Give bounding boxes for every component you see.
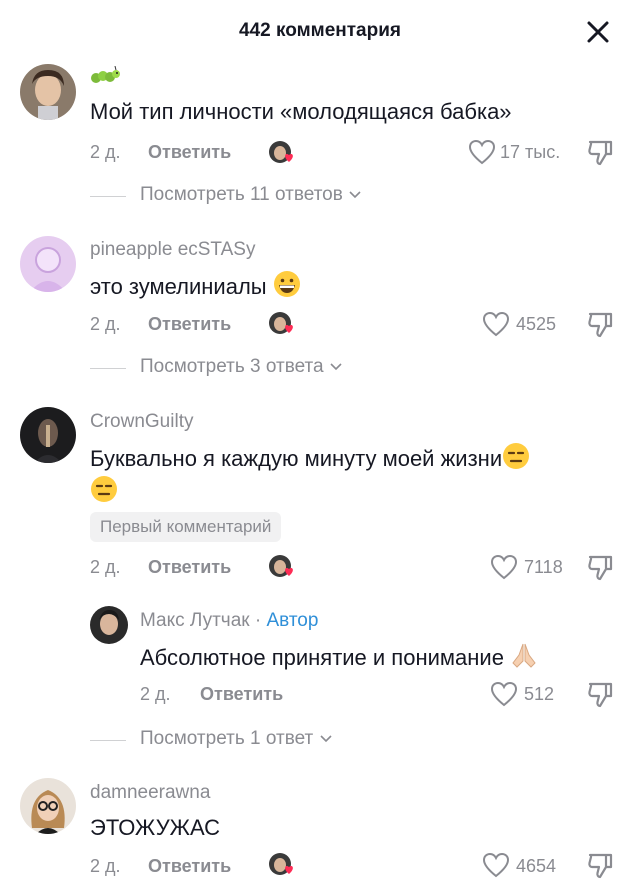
dislike-button[interactable] — [584, 678, 616, 710]
expressionless-face-icon — [503, 443, 530, 469]
heart-outline-icon — [482, 311, 510, 337]
comment-time: 2 д. — [90, 856, 121, 876]
comment-text: Буквально я каждую минуту моей жизни — [90, 442, 610, 508]
reply-button[interactable]: Ответить — [148, 557, 231, 578]
chevron-down-icon — [349, 191, 361, 199]
heart-outline-icon — [482, 852, 510, 878]
heart-outline-icon — [490, 681, 518, 707]
reply-button[interactable]: Ответить — [200, 684, 283, 705]
view-replies-button[interactable]: Посмотреть 1 ответ — [90, 726, 390, 756]
dislike-button[interactable] — [584, 849, 616, 881]
reply-button[interactable]: Ответить — [148, 314, 231, 335]
like-button[interactable] — [490, 681, 518, 707]
expressionless-face-icon — [91, 476, 117, 502]
comment-time: 2 д. — [90, 314, 121, 334]
view-replies-button[interactable]: Посмотреть 3 ответа — [90, 354, 390, 384]
reply-text: Абсолютное принятие и понимание — [140, 641, 538, 674]
like-count: 512 — [524, 684, 555, 704]
creator-liked-icon — [268, 311, 298, 337]
dislike-button[interactable] — [584, 551, 616, 583]
avatar[interactable] — [20, 407, 76, 463]
heart-outline-icon — [490, 554, 518, 580]
like-count: 17 тыс. — [500, 142, 561, 162]
first-comment-badge: Первый комментарий — [90, 512, 282, 542]
close-icon — [587, 21, 609, 43]
username[interactable]: Макс Лутчак — [140, 610, 250, 631]
reply-time: 2 д. — [140, 684, 171, 704]
divider-line — [90, 740, 126, 741]
chevron-down-icon — [319, 735, 332, 743]
like-count: 4654 — [516, 856, 557, 876]
view-replies-label: Посмотреть 1 ответ — [140, 728, 314, 749]
chevron-down-icon — [330, 363, 342, 371]
reply-text-content: Абсолютное принятие и понимание — [140, 645, 504, 670]
avatar[interactable] — [20, 236, 76, 292]
like-count: 7118 — [524, 557, 563, 577]
like-count: 4525 — [516, 314, 557, 334]
caterpillar-icon — [90, 65, 120, 86]
dislike-button[interactable] — [584, 136, 616, 168]
close-button[interactable] — [582, 16, 614, 48]
comment-text: это зумелиниалы — [90, 270, 301, 303]
reply-button[interactable]: Ответить — [148, 142, 231, 163]
heart-outline-icon — [468, 139, 496, 165]
folded-hands-icon — [512, 643, 536, 668]
thumbs-down-icon — [588, 853, 613, 879]
thumbs-down-icon — [588, 312, 613, 338]
comments-header: 442 комментария — [0, 0, 640, 64]
like-button[interactable] — [490, 554, 518, 580]
like-button[interactable] — [482, 852, 510, 878]
thumbs-down-icon — [588, 140, 613, 166]
username[interactable]: pineapple ecSTASy — [90, 239, 255, 261]
comment-text-content: Буквально я каждую минуту моей жизни — [90, 446, 503, 471]
thumbs-down-icon — [588, 555, 613, 581]
reply-author-line: Макс Лутчак · Автор — [140, 610, 318, 632]
divider-line — [90, 196, 126, 197]
dislike-button[interactable] — [584, 308, 616, 340]
avatar[interactable] — [90, 606, 128, 644]
comment-text: ЭТОЖУЖАС — [90, 815, 221, 840]
creator-liked-icon — [268, 852, 298, 878]
avatar[interactable] — [20, 778, 76, 834]
view-replies-button[interactable]: Посмотреть 11 ответов — [90, 182, 410, 212]
thumbs-down-icon — [588, 682, 613, 708]
username[interactable]: damneerawna — [90, 782, 210, 804]
avatar[interactable] — [20, 64, 76, 120]
like-button[interactable] — [482, 311, 510, 337]
divider-line — [90, 368, 126, 369]
creator-liked-icon — [268, 554, 298, 580]
comments-count-title: 442 комментария — [239, 20, 401, 41]
author-badge: Автор — [266, 610, 319, 631]
username[interactable]: CrownGuilty — [90, 411, 193, 433]
separator: · — [254, 610, 262, 631]
grinning-face-icon — [273, 271, 300, 297]
like-button[interactable] — [468, 139, 496, 165]
view-replies-label: Посмотреть 11 ответов — [140, 184, 343, 205]
view-replies-label: Посмотреть 3 ответа — [140, 356, 324, 377]
comment-time: 2 д. — [90, 142, 121, 162]
comment-time: 2 д. — [90, 557, 121, 577]
reply-button[interactable]: Ответить — [148, 856, 231, 877]
comment-text-content: это зумелиниалы — [90, 274, 267, 299]
creator-liked-icon — [268, 140, 298, 166]
comment-text: Мой тип личности «молодящаяся бабка» — [90, 99, 512, 124]
